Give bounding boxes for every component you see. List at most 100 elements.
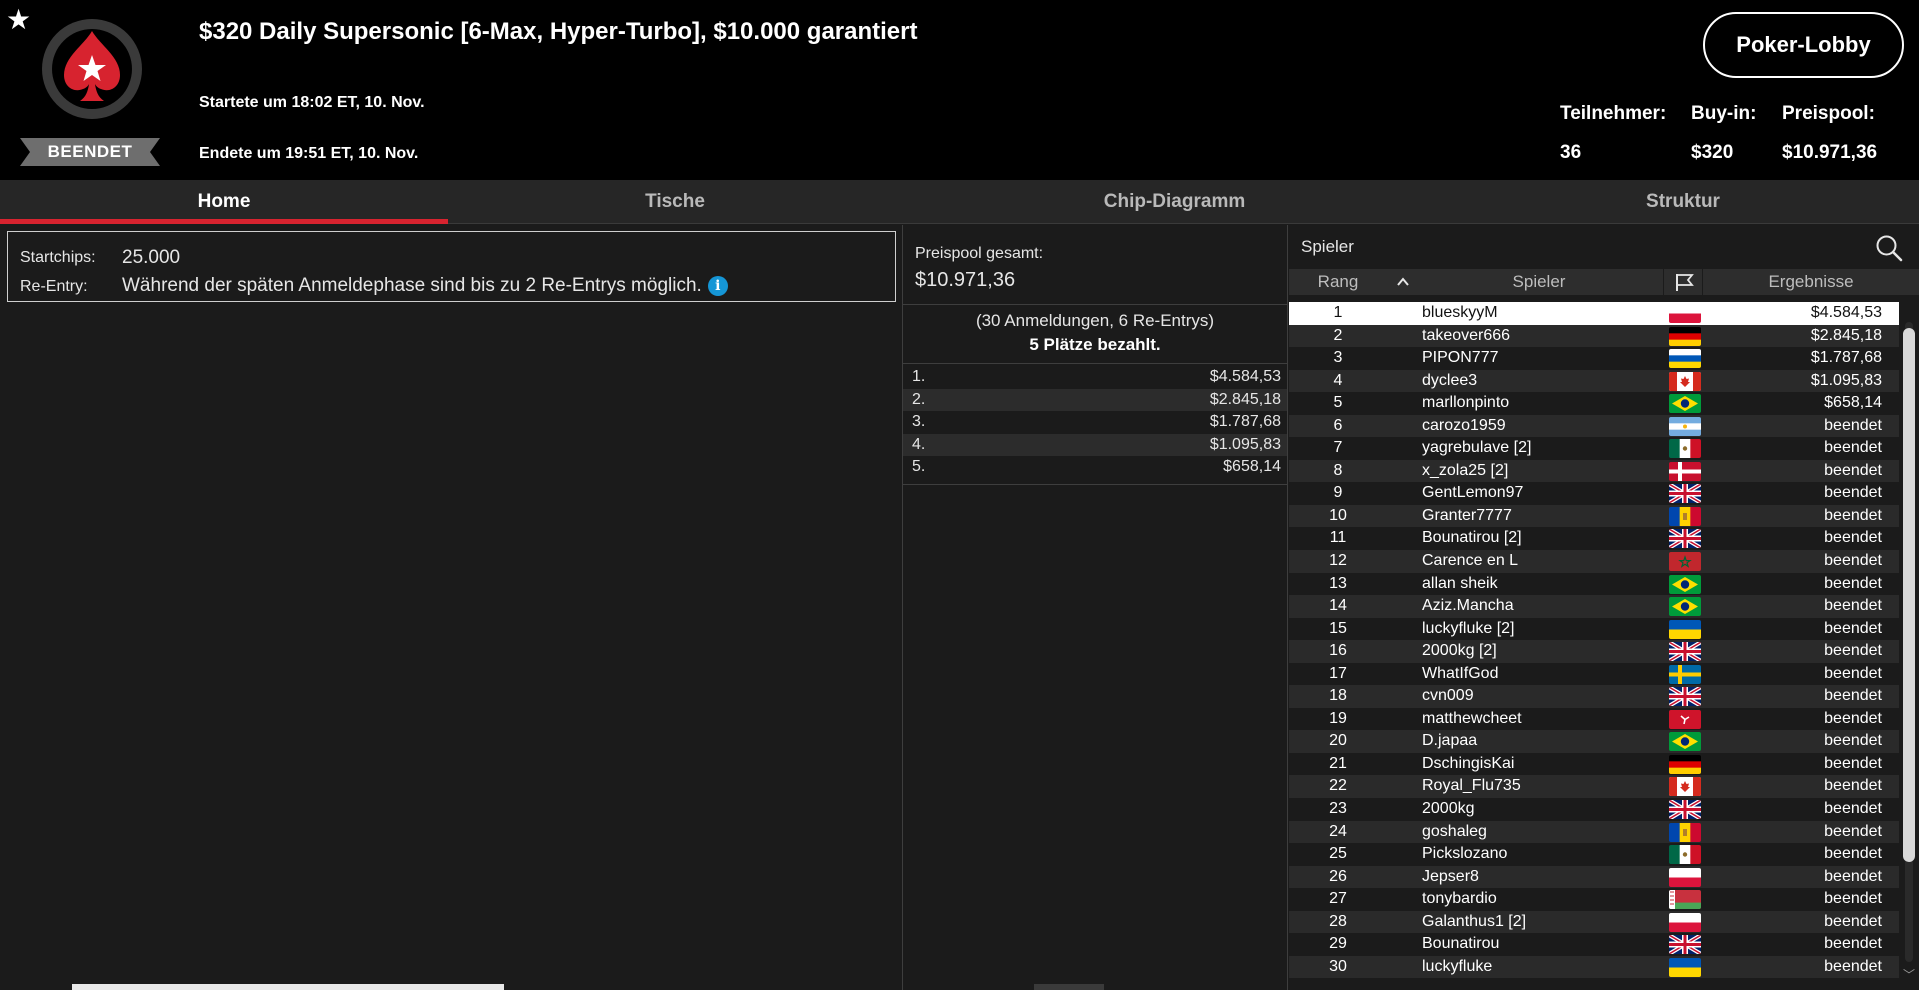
- player-result: beendet: [1824, 552, 1882, 570]
- tab-bar: Home Tische Chip-Diagramm Struktur: [0, 180, 1919, 224]
- player-row[interactable]: 8 x_zola25 [2] beendet: [1289, 459, 1899, 483]
- buyin-value: $320: [1691, 142, 1734, 163]
- player-row[interactable]: 9 GentLemon97 beendet: [1289, 482, 1899, 505]
- player-rank: 27: [1329, 890, 1347, 908]
- divider: [903, 484, 1287, 485]
- entrants-value: 36: [1560, 142, 1582, 163]
- country-flag-icon: [1669, 349, 1701, 369]
- player-row[interactable]: 12 Carence en L beendet: [1289, 550, 1899, 573]
- taskbar-fragment: [72, 984, 504, 990]
- country-flag-icon: [1669, 754, 1701, 774]
- payout-row: 2. $2.845,18: [903, 388, 1287, 412]
- player-search-label[interactable]: Spieler: [1301, 237, 1354, 257]
- player-row[interactable]: 14 Aziz.Mancha beendet: [1289, 595, 1899, 618]
- end-time: Endete um 19:51 ET, 10. Nov.: [199, 145, 419, 162]
- scrollbar[interactable]: ﹀: [1902, 322, 1916, 990]
- player-rank: 14: [1329, 597, 1347, 615]
- status-text: BEENDET: [47, 142, 133, 161]
- player-name: yagrebulave [2]: [1422, 439, 1532, 457]
- player-result: $1.095,83: [1810, 371, 1882, 389]
- player-row[interactable]: 27 tonybardio beendet: [1289, 888, 1899, 911]
- player-rank: 26: [1329, 867, 1347, 885]
- player-row[interactable]: 23 2000kg beendet: [1289, 798, 1899, 821]
- player-row[interactable]: 24 goshaleg beendet: [1289, 820, 1899, 844]
- player-result: beendet: [1824, 687, 1882, 705]
- player-row[interactable]: 13 allan sheik beendet: [1289, 573, 1899, 596]
- country-flag-icon: [1669, 822, 1701, 842]
- player-rank: 19: [1329, 709, 1347, 727]
- player-result: beendet: [1824, 754, 1882, 772]
- player-row[interactable]: 1 blueskyyM $4.584,53: [1289, 302, 1899, 325]
- player-row[interactable]: 5 marllonpinto $658,14: [1289, 392, 1899, 415]
- player-result: beendet: [1824, 709, 1882, 727]
- player-rank: 12: [1329, 552, 1347, 570]
- player-result: beendet: [1824, 574, 1882, 592]
- player-row[interactable]: 11 Bounatirou [2] beendet: [1289, 527, 1899, 550]
- player-name: Bounatirou [2]: [1422, 529, 1522, 547]
- chevron-down-icon[interactable]: ﹀: [1902, 968, 1916, 982]
- chevron-up-icon[interactable]: [1396, 276, 1410, 288]
- player-name: WhatIfGod: [1422, 664, 1499, 682]
- player-result: beendet: [1824, 732, 1882, 750]
- player-name: cvn009: [1422, 687, 1474, 705]
- player-row[interactable]: 4 dyclee3 $1.095,83: [1289, 369, 1899, 393]
- player-row[interactable]: 15 luckyfluke [2] beendet: [1289, 618, 1899, 641]
- player-row[interactable]: 30 luckyfluke beendet: [1289, 955, 1899, 979]
- info-box: Startchips: 25.000 Re-Entry: Während der…: [7, 231, 896, 302]
- player-rank: 5: [1333, 394, 1343, 412]
- player-row[interactable]: 6 carozo1959 beendet: [1289, 414, 1899, 438]
- player-name: matthewcheet: [1422, 709, 1522, 727]
- column-divider: [1663, 269, 1664, 295]
- country-flag-icon: [1669, 642, 1701, 662]
- player-result: $1.787,68: [1810, 349, 1882, 367]
- player-row[interactable]: 29 Bounatirou beendet: [1289, 933, 1899, 956]
- player-row[interactable]: 3 PIPON777 $1.787,68: [1289, 347, 1899, 370]
- payout-amount: $1.095,83: [1209, 435, 1281, 453]
- flag-icon[interactable]: [1674, 273, 1696, 292]
- star-icon[interactable]: ★: [6, 6, 31, 34]
- player-row[interactable]: 20 D.japaa beendet: [1289, 730, 1899, 753]
- player-rank: 22: [1329, 777, 1347, 795]
- player-row[interactable]: 2 takeover666 $2.845,18: [1289, 324, 1899, 348]
- player-row[interactable]: 28 Galanthus1 [2] beendet: [1289, 910, 1899, 934]
- tab-tables[interactable]: Tische: [448, 180, 902, 224]
- player-name: luckyfluke [2]: [1422, 619, 1515, 637]
- player-row[interactable]: 16 2000kg [2] beendet: [1289, 640, 1899, 663]
- tab-structure[interactable]: Struktur: [1447, 180, 1919, 224]
- column-result[interactable]: Ergebnisse: [1703, 269, 1919, 295]
- player-row[interactable]: 25 Pickslozano beendet: [1289, 843, 1899, 866]
- column-rank[interactable]: Rang: [1289, 269, 1387, 295]
- player-result: beendet: [1824, 890, 1882, 908]
- country-flag-icon: [1669, 732, 1701, 752]
- poker-lobby-button[interactable]: Poker-Lobby: [1703, 12, 1904, 78]
- payout-place: 4.: [912, 435, 926, 453]
- player-name: marllonpinto: [1422, 394, 1510, 412]
- search-icon[interactable]: [1874, 233, 1904, 263]
- tab-home[interactable]: Home: [0, 180, 448, 224]
- player-row[interactable]: 22 Royal_Flu735 beendet: [1289, 775, 1899, 799]
- player-result: beendet: [1824, 484, 1882, 502]
- player-row[interactable]: 19 matthewcheet beendet: [1289, 708, 1899, 731]
- status-badge: BEENDET: [20, 138, 160, 166]
- player-row[interactable]: 7 yagrebulave [2] beendet: [1289, 437, 1899, 460]
- country-flag-icon: [1669, 304, 1701, 323]
- player-row[interactable]: 18 cvn009 beendet: [1289, 685, 1899, 708]
- player-result: beendet: [1824, 935, 1882, 953]
- tab-chip-chart[interactable]: Chip-Diagramm: [902, 180, 1447, 224]
- player-result: beendet: [1824, 506, 1882, 524]
- player-result: beendet: [1824, 597, 1882, 615]
- scrollbar-thumb[interactable]: [1903, 328, 1915, 862]
- player-name: 2000kg [2]: [1422, 642, 1497, 660]
- player-row[interactable]: 26 Jepser8 beendet: [1289, 865, 1899, 889]
- payout-amount: $2.845,18: [1209, 390, 1281, 408]
- column-player[interactable]: Spieler: [1419, 269, 1659, 295]
- country-flag-icon: [1669, 484, 1701, 504]
- player-rank: 1: [1333, 304, 1343, 321]
- player-result: beendet: [1824, 912, 1882, 930]
- taskbar-fragment: [1034, 984, 1104, 990]
- info-icon[interactable]: i: [707, 276, 728, 296]
- country-flag-icon: [1669, 687, 1701, 707]
- player-row[interactable]: 10 Granter7777 beendet: [1289, 504, 1899, 528]
- player-row[interactable]: 17 WhatIfGod beendet: [1289, 663, 1899, 686]
- player-row[interactable]: 21 DschingisKai beendet: [1289, 753, 1899, 776]
